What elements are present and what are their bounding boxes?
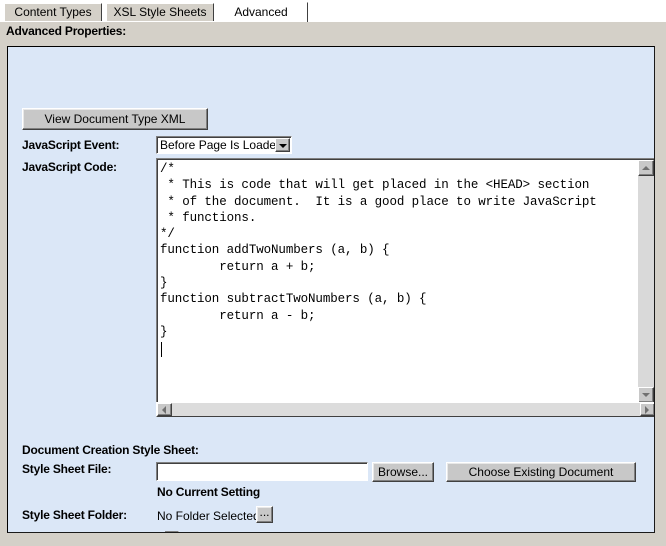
browse-button[interactable]: Browse... bbox=[372, 462, 434, 482]
do-not-use-style-sheet-checkbox[interactable] bbox=[165, 531, 179, 532]
text-caret bbox=[161, 342, 162, 357]
vertical-scrollbar[interactable] bbox=[638, 160, 654, 402]
javascript-event-select[interactable]: Before Page Is Loaded bbox=[156, 136, 292, 154]
document-creation-style-sheet-label: Document Creation Style Sheet: bbox=[22, 443, 199, 457]
style-sheet-file-input[interactable] bbox=[156, 462, 368, 481]
tab-content-types[interactable]: Content Types bbox=[4, 3, 102, 21]
javascript-event-label: JavaScript Event: bbox=[22, 138, 120, 152]
horizontal-scrollbar[interactable] bbox=[156, 402, 654, 417]
scroll-down-icon[interactable] bbox=[638, 387, 654, 402]
do-not-use-style-sheet-label: Do Not Use Style Sheet: bbox=[22, 531, 154, 532]
scroll-left-icon[interactable] bbox=[157, 403, 172, 416]
tab-strip: Content Types XSL Style Sheets Advanced bbox=[0, 0, 666, 22]
choose-existing-document-button[interactable]: Choose Existing Document bbox=[446, 462, 636, 482]
view-document-type-xml-button[interactable]: View Document Type XML bbox=[22, 108, 208, 130]
tab-xsl-style-sheets[interactable]: XSL Style Sheets bbox=[106, 3, 214, 21]
style-sheet-folder-label: Style Sheet Folder: bbox=[22, 508, 127, 522]
folder-picker-button[interactable]: ... bbox=[256, 506, 273, 523]
tab-advanced[interactable]: Advanced bbox=[214, 2, 308, 22]
page-title: Advanced Properties: bbox=[6, 24, 127, 38]
javascript-code-label: JavaScript Code: bbox=[22, 160, 117, 174]
advanced-properties-panel: View Document Type XML JavaScript Event:… bbox=[7, 46, 655, 533]
javascript-code-content: /* * This is code that will get placed i… bbox=[160, 162, 597, 339]
current-setting-status: No Current Setting bbox=[157, 485, 261, 499]
javascript-event-selected-value: Before Page Is Loaded bbox=[160, 138, 283, 152]
style-sheet-file-label: Style Sheet File: bbox=[22, 462, 112, 476]
chevron-down-icon[interactable] bbox=[275, 138, 290, 152]
javascript-code-editor: /* * This is code that will get placed i… bbox=[156, 158, 654, 417]
scroll-up-icon[interactable] bbox=[638, 160, 654, 176]
scroll-right-icon[interactable] bbox=[640, 403, 654, 416]
javascript-code-textarea[interactable]: /* * This is code that will get placed i… bbox=[156, 158, 654, 403]
style-sheet-folder-value: No Folder Selected bbox=[157, 509, 260, 523]
